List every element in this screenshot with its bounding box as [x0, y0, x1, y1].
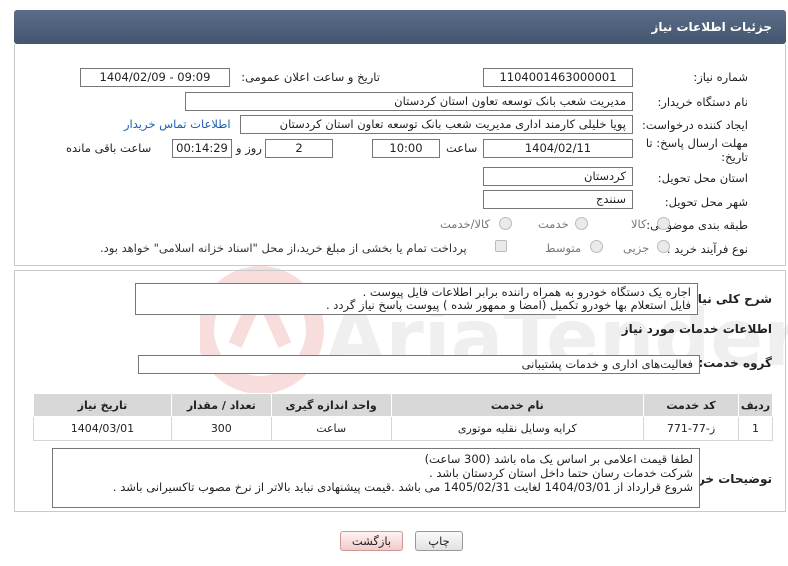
buyer-contact-link[interactable]: اطلاعات تماس خریدار: [124, 117, 231, 131]
col-row: ردیف: [738, 393, 773, 417]
buyer-notes-line: لطفا قیمت اعلامی بر اساس یک ماه باشد (30…: [424, 452, 693, 466]
back-button[interactable]: بازگشت: [340, 531, 403, 551]
page-title: جزئیات اطلاعات نیاز: [14, 10, 786, 44]
col-quantity: تعداد / مقدار: [170, 393, 272, 417]
service-group-field: فعالیت‌های اداری و خدمات پشتیبانی: [138, 355, 700, 374]
treasury-checkbox[interactable]: [495, 240, 507, 252]
buyer-org-field: مدیریت شعب بانک توسعه تعاون استان کردستا…: [185, 92, 633, 111]
remaining-label: ساعت باقی مانده: [66, 141, 152, 155]
province-label: استان محل تحویل:: [657, 171, 748, 185]
deadline-label: مهلت ارسال پاسخ: تا: [645, 136, 748, 150]
need-number-field: 1104001463000001: [483, 68, 633, 87]
process-label: نوع فرآیند خرید :: [666, 242, 748, 256]
process-radio-medium[interactable]: [590, 240, 603, 253]
buyer-notes-line: شرکت خدمات رسان حتما داخل استان کردستان …: [429, 466, 693, 480]
buyer-notes-textarea: لطفا قیمت اعلامی بر اساس یک ماه باشد (30…: [52, 448, 700, 508]
table-header-row: ردیف کد خدمت نام خدمت واحد اندازه گیری ت…: [33, 393, 773, 417]
process-option-partial: جزیی: [623, 241, 650, 255]
category-radio-both[interactable]: [499, 217, 512, 230]
summary-label: شرح کلی نیاز:: [686, 292, 772, 306]
category-radio-goods[interactable]: [657, 217, 670, 230]
summary-textarea: اجاره یک دستگاه خودرو به همراه راننده بر…: [135, 283, 698, 315]
buyer-org-label: نام دستگاه خریدار:: [657, 95, 748, 109]
requester-field: پویا خلیلی کارمند اداری مدیریت شعب بانک …: [240, 115, 633, 134]
deadline-time-field: 10:00: [372, 139, 440, 158]
need-number-label: شماره نیاز:: [693, 70, 748, 84]
announce-datetime-field: 1404/02/09 - 09:09: [80, 68, 230, 87]
category-radio-service[interactable]: [575, 217, 588, 230]
cell-unit: ساعت: [270, 416, 392, 441]
services-table: ردیف کد خدمت نام خدمت واحد اندازه گیری ت…: [33, 393, 773, 441]
service-group-label: گروه خدمت:: [698, 356, 772, 370]
cell-quantity: 300: [170, 416, 272, 441]
days-label: روز و: [236, 141, 262, 155]
requester-label: ایجاد کننده درخواست:: [642, 118, 748, 132]
buyer-notes-line: شروع قرارداد از 1404/03/01 لغایت 1405/02…: [112, 480, 693, 494]
col-unit: واحد اندازه گیری: [270, 393, 392, 417]
category-option-both: کالا/خدمت: [440, 217, 491, 231]
col-date: تاریخ نیاز: [33, 393, 172, 417]
city-label: شهر محل تحویل:: [664, 195, 748, 209]
cell-code: ز-77-771: [643, 416, 740, 441]
deadline-label-2: تاریخ:: [721, 150, 748, 164]
city-field: سنندج: [483, 190, 633, 209]
col-name: نام خدمت: [390, 393, 645, 417]
province-field: کردستان: [483, 167, 633, 186]
time-label: ساعت: [446, 141, 478, 155]
days-field: 2: [265, 139, 333, 158]
remaining-time-field: 00:14:29: [172, 139, 232, 158]
col-code: کد خدمت: [643, 393, 740, 417]
deadline-date-field: 1404/02/11: [483, 139, 633, 158]
cell-name: کرایه وسایل نقلیه موتوری: [390, 416, 645, 441]
summary-line: فایل استعلام بها خودرو تکمیل (امضا و ممه…: [326, 298, 691, 312]
cell-date: 1404/03/01: [33, 416, 172, 441]
category-option-goods: کالا: [631, 217, 647, 231]
announce-datetime-label: تاریخ و ساعت اعلان عمومی:: [241, 70, 380, 84]
table-row: 1 ز-77-771 کرایه وسایل نقلیه موتوری ساعت…: [33, 416, 773, 441]
category-option-service: خدمت: [538, 217, 569, 231]
process-option-medium: متوسط: [545, 241, 582, 255]
treasury-note: پرداخت تمام یا بخشی از مبلغ خرید،از محل …: [100, 241, 467, 255]
cell-row: 1: [738, 416, 773, 441]
print-button[interactable]: چاپ: [415, 531, 463, 551]
services-section-title: اطلاعات خدمات مورد نیاز: [621, 322, 772, 336]
process-radio-partial[interactable]: [657, 240, 670, 253]
